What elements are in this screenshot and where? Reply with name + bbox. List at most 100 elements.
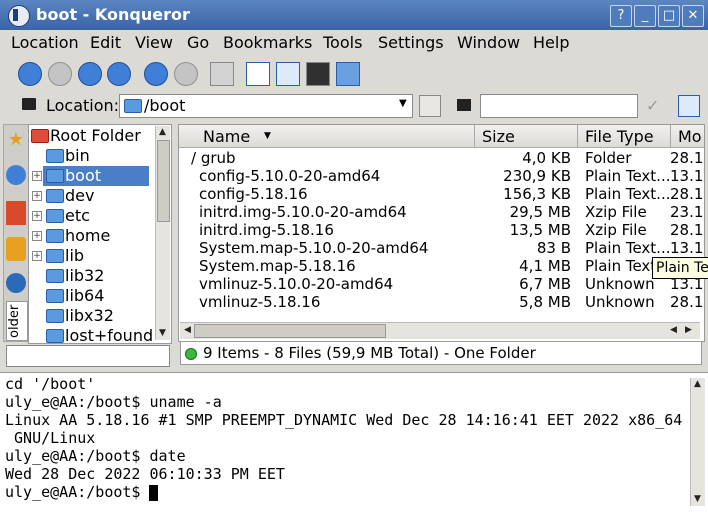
menu-location[interactable]: Location: [11, 33, 79, 52]
view-mode-icon[interactable]: [246, 62, 270, 86]
back-icon[interactable]: [18, 62, 42, 86]
file-row[interactable]: config-5.10.0-20-amd64 230,9 KB Plain Text…: [179, 167, 704, 185]
tree-item[interactable]: + lib: [29, 246, 155, 266]
file-row[interactable]: / grub 4,0 KB Folder 28.1: [179, 149, 704, 167]
sidebar-status-field: [6, 345, 170, 367]
file-row[interactable]: initrd.img-5.10.0-20-amd64 29,5 MB Xzip Fi…: [179, 203, 704, 221]
terminal-panel[interactable]: cd '/boot' uly_e@AA:/boot$ uname -a Linu…: [0, 372, 708, 514]
file-name: System.map-5.10.0-20-amd64: [199, 239, 429, 257]
menu-go[interactable]: Go: [187, 33, 209, 52]
tree-item[interactable]: libx32: [29, 306, 155, 326]
folder-icon: [46, 169, 64, 183]
show-panel-icon[interactable]: [336, 62, 360, 86]
file-list-scrollbar[interactable]: ◀ ◀ ▶: [180, 322, 700, 339]
clear-location-icon[interactable]: [22, 98, 36, 110]
menu-tools[interactable]: Tools: [323, 33, 362, 52]
scroll-thumb[interactable]: [194, 324, 386, 338]
file-row[interactable]: System.map-5.18.16 4,1 MB Plain Text: [179, 257, 704, 275]
folder-icon: [31, 129, 49, 143]
folder-icon: [124, 99, 142, 113]
file-type: Xzip File: [585, 203, 647, 221]
tree-item[interactable]: + home: [29, 226, 155, 246]
terminal-icon[interactable]: [306, 62, 330, 86]
scroll-down-icon[interactable]: ▼: [694, 494, 701, 504]
history-clock-icon[interactable]: [6, 165, 26, 185]
file-row[interactable]: initrd.img-5.18.16 13,5 MB Xzip File 28.1: [179, 221, 704, 239]
location-value: /boot: [144, 96, 186, 115]
scroll-up-icon[interactable]: ▲: [159, 127, 166, 137]
file-name: initrd.img-5.18.16: [199, 221, 334, 239]
tree-item[interactable]: bin: [29, 146, 155, 166]
file-modified: 13.1: [670, 239, 704, 257]
tree-item[interactable]: lib64: [29, 286, 155, 306]
file-modified: 23.1: [670, 203, 704, 221]
tree-item[interactable]: lib32: [29, 266, 155, 286]
tree-item[interactable]: + dev: [29, 186, 155, 206]
terminal-line: Linux AA 5.18.16 #1 SMP PREEMPT_DYNAMIC …: [5, 411, 683, 429]
menu-help[interactable]: Help: [533, 33, 569, 52]
stop-icon[interactable]: [174, 62, 198, 86]
menu-edit[interactable]: Edit: [90, 33, 121, 52]
scroll-up-icon[interactable]: ▲: [694, 379, 701, 389]
search-input[interactable]: [480, 94, 638, 118]
tree-item[interactable]: lost+found: [29, 326, 155, 343]
scroll-thumb[interactable]: [157, 140, 170, 222]
minimize-button[interactable]: _: [634, 5, 656, 27]
location-input[interactable]: /boot ▼: [119, 94, 413, 118]
sort-chevron-down-icon: ▼: [264, 131, 271, 141]
column-name[interactable]: Name: [203, 127, 250, 146]
folder-icon: [46, 309, 64, 323]
network-icon[interactable]: [6, 273, 26, 293]
scroll-right-icon[interactable]: ▶: [685, 325, 692, 335]
file-type: Plain Text: [585, 257, 657, 275]
chevron-down-icon[interactable]: ▼: [399, 98, 407, 109]
up-icon[interactable]: [78, 62, 102, 86]
file-row[interactable]: vmlinuz-5.18.16 5,8 MB Unknown 28.1: [179, 293, 704, 311]
scroll-left-icon[interactable]: ◀: [670, 325, 677, 335]
column-size[interactable]: Size: [482, 127, 515, 146]
file-row[interactable]: System.map-5.10.0-20-amd64 83 B Plain Text…: [179, 239, 704, 257]
clear-search-icon[interactable]: [457, 99, 471, 111]
tree-scrollbar[interactable]: ▲ ▼: [155, 126, 170, 340]
checkmark-icon[interactable]: ✓: [646, 96, 666, 115]
menu-settings[interactable]: Settings: [378, 33, 444, 52]
expand-icon[interactable]: +: [32, 191, 42, 201]
column-file-type[interactable]: File Type: [585, 127, 654, 146]
new-tab-icon[interactable]: [678, 95, 700, 117]
terminal-scrollbar[interactable]: ▲ ▼: [690, 378, 705, 506]
menu-view[interactable]: View: [135, 33, 173, 52]
expand-icon[interactable]: +: [32, 231, 42, 241]
tree-item[interactable]: + etc: [29, 206, 155, 226]
reload-icon[interactable]: [144, 62, 168, 86]
scroll-down-icon[interactable]: ▼: [159, 328, 166, 338]
expand-icon[interactable]: +: [32, 171, 42, 181]
maximize-button[interactable]: □: [658, 5, 680, 27]
expand-icon[interactable]: +: [32, 251, 42, 261]
tree-item[interactable]: + boot: [32, 166, 149, 186]
expand-icon[interactable]: +: [32, 211, 42, 221]
menu-bookmarks[interactable]: Bookmarks: [223, 33, 312, 52]
file-size: 4,0 KB: [522, 149, 571, 167]
folder-tree: Root Folder bin + boot + dev + etc + home + lib lib3…: [28, 124, 172, 344]
go-icon[interactable]: [419, 95, 441, 117]
bookmarks-star-icon[interactable]: ★: [6, 129, 26, 153]
print-icon[interactable]: [210, 62, 234, 86]
tree-item-label: dev: [65, 186, 95, 205]
tree-item[interactable]: Root Folder: [29, 126, 155, 146]
forward-icon[interactable]: [48, 62, 72, 86]
home-icon[interactable]: [107, 62, 131, 86]
help-button[interactable]: ?: [610, 5, 632, 27]
close-button[interactable]: ✕: [682, 5, 704, 27]
column-modified[interactable]: Mo: [678, 127, 702, 146]
media-icon[interactable]: [6, 237, 26, 261]
menu-window[interactable]: Window: [457, 33, 520, 52]
file-row[interactable]: config-5.18.16 156,3 KB Plain Text... 28.1: [179, 185, 704, 203]
file-size: 156,3 KB: [503, 185, 571, 203]
file-size: 13,5 MB: [509, 221, 571, 239]
split-view-icon[interactable]: [276, 62, 300, 86]
konqueror-app-icon[interactable]: [8, 5, 30, 27]
file-row[interactable]: vmlinuz-5.10.0-20-amd64 6,7 MB Unknown 13.1: [179, 275, 704, 293]
scroll-left-icon[interactable]: ◀: [184, 325, 191, 335]
tab-folder[interactable]: older: [6, 301, 28, 341]
home-folder-icon[interactable]: [6, 201, 26, 225]
